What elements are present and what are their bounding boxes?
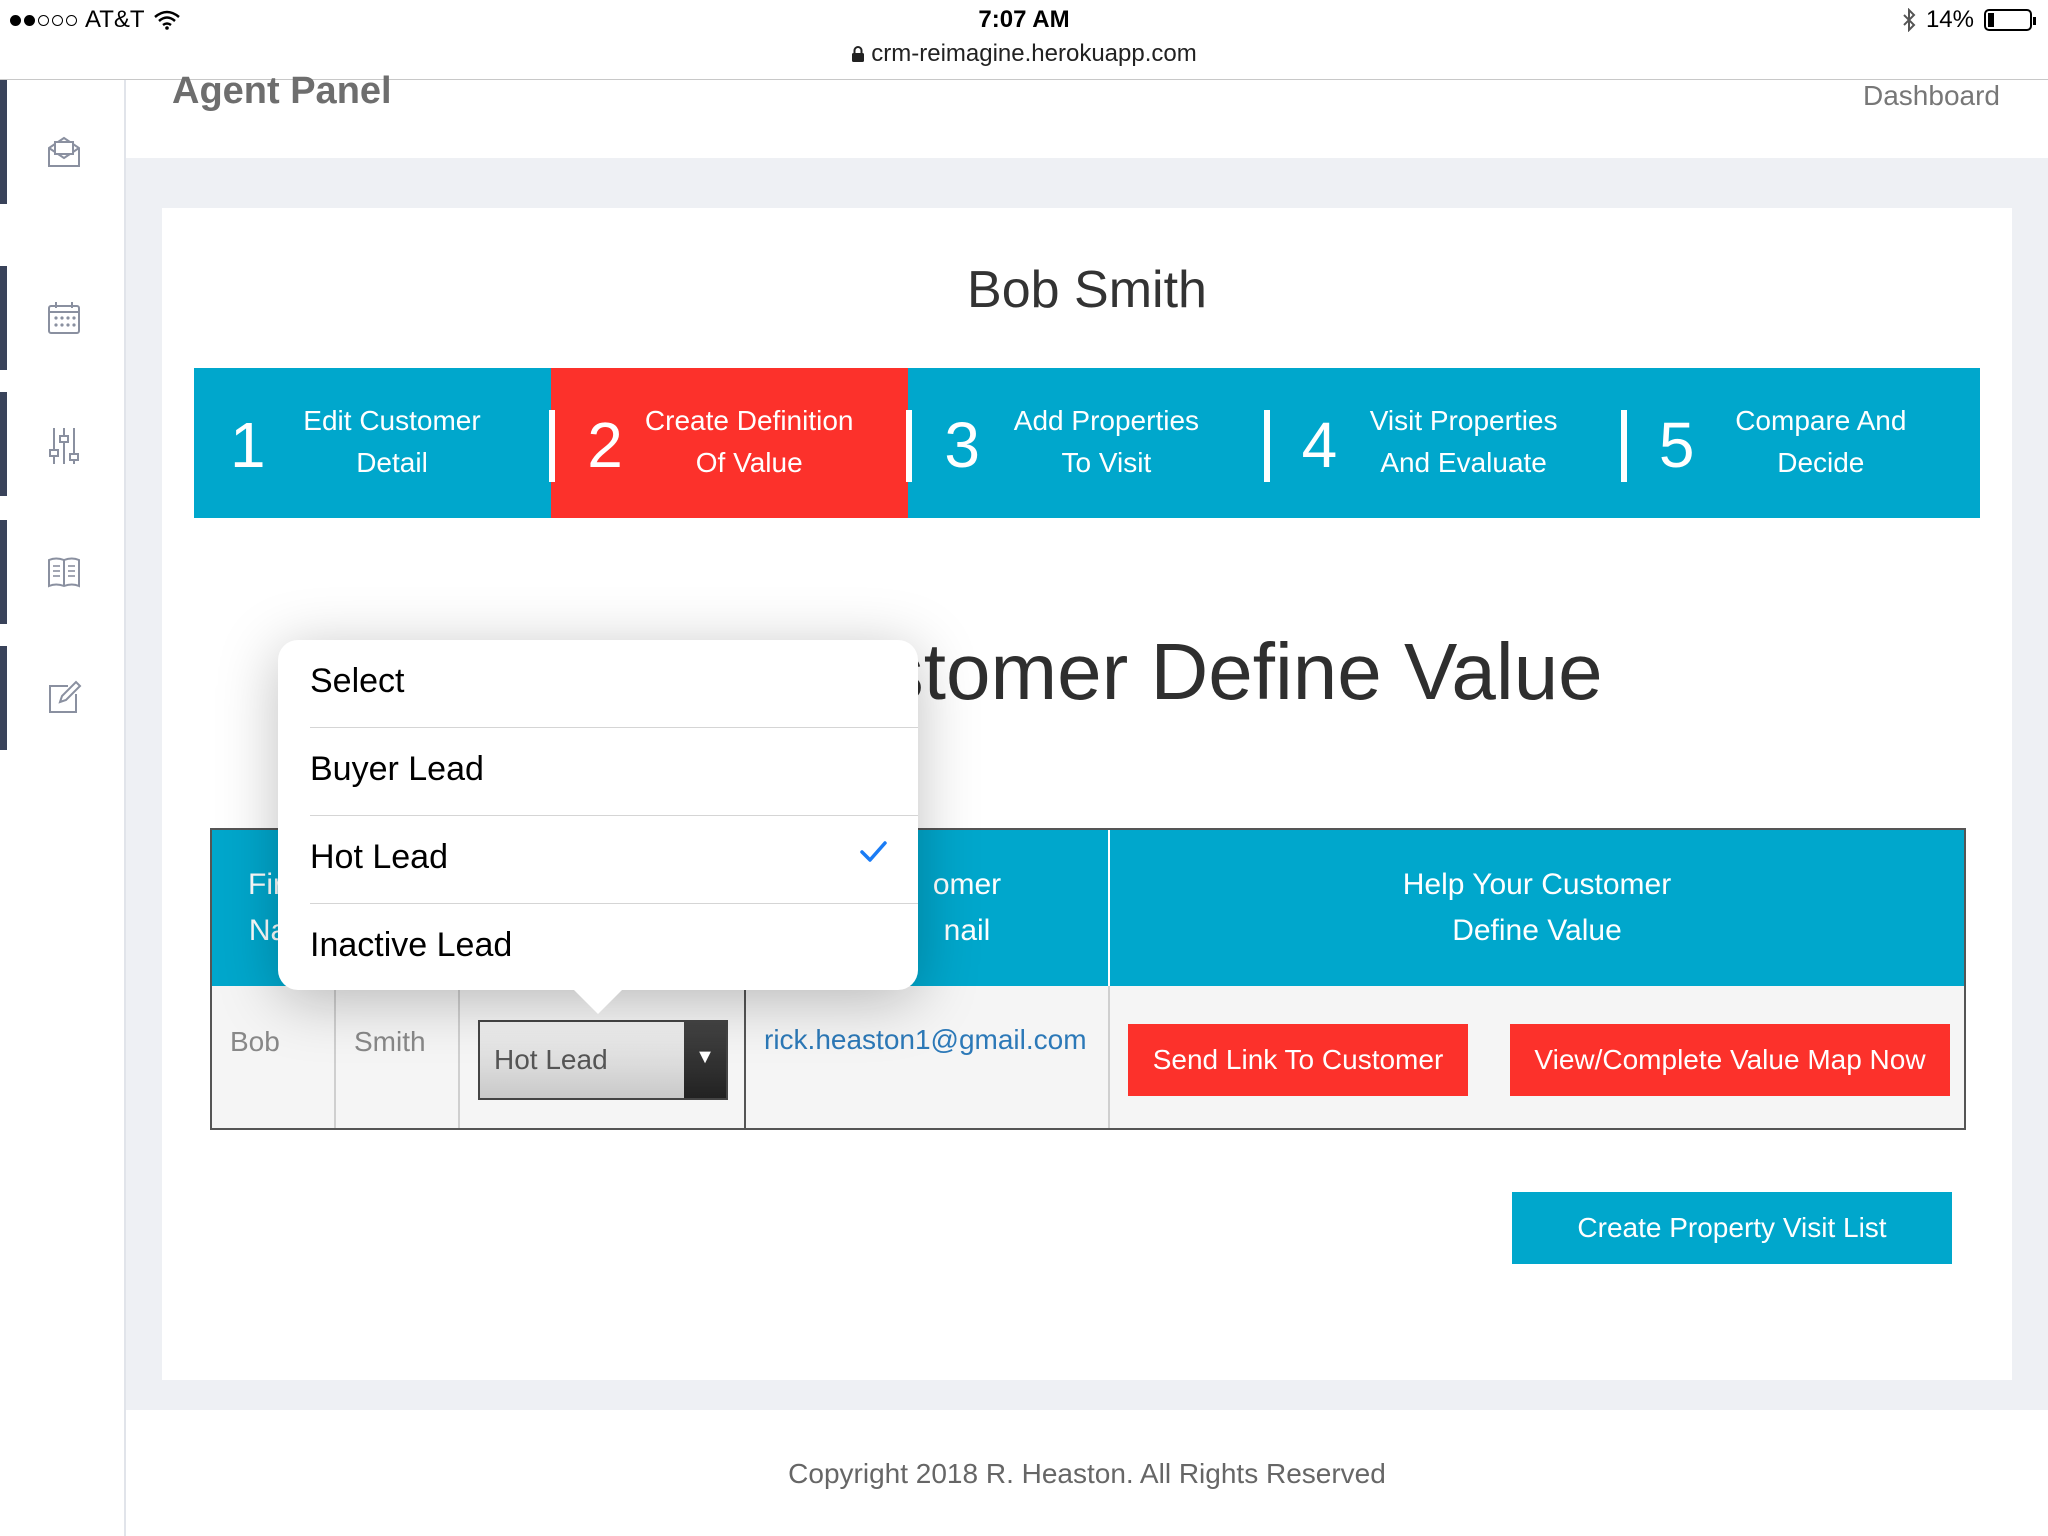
step-number: 2 (587, 409, 623, 481)
table-row: Bob Smith Hot Lead ▼ rick.heaston1@gmail… (212, 986, 1964, 1128)
lead-status-popover: Select Buyer Lead Hot Lead Inactive Lead (278, 640, 918, 990)
sidebar-item-calendar[interactable] (0, 266, 126, 370)
step-divider (549, 410, 556, 482)
cell-email[interactable]: rick.heaston1@gmail.com (746, 986, 1110, 1128)
view-value-map-button[interactable]: View/Complete Value Map Now (1510, 1024, 1950, 1096)
step-number: 1 (230, 409, 266, 481)
sidebar-item-mail[interactable] (0, 100, 126, 204)
address-bar[interactable]: crm-reimagine.herokuapp.com (0, 40, 2048, 68)
step-label: Visit Properties And Evaluate (1369, 405, 1558, 478)
step-5[interactable]: 5 Compare And Decide (1623, 368, 1980, 518)
app-header: Agent Panel Dashboard (126, 70, 2048, 158)
mail-icon (48, 136, 80, 167)
step-2[interactable]: 2 Create Definition Of Value (551, 368, 913, 518)
bluetooth-icon (1903, 8, 1916, 32)
sidebar (0, 80, 126, 1536)
option-select[interactable]: Select (310, 640, 918, 728)
step-divider (906, 410, 913, 482)
progress-steps: 1 Edit Customer Detail 2 Create Definitio… (194, 368, 1980, 518)
lead-status-select[interactable]: Hot Lead ▼ (478, 1020, 728, 1100)
battery-icon (1984, 9, 2036, 31)
step-label: Edit Customer Detail (303, 405, 481, 478)
cell-actions: Send Link To Customer View/Complete Valu… (1110, 986, 1964, 1128)
battery-percent: 14% (1925, 6, 1974, 33)
sliders-icon (49, 428, 79, 464)
status-bar: AT&T 7:07 AM crm-reimagine.herokuapp.com… (0, 0, 2048, 80)
panel-title: Agent Panel (172, 70, 392, 112)
edit-icon (49, 680, 82, 713)
copyright: Copyright 2018 R. Heaston. All Rights Re… (788, 1458, 1386, 1489)
url-text: crm-reimagine.herokuapp.com (871, 40, 1197, 67)
option-buyer-lead[interactable]: Buyer Lead (310, 728, 918, 816)
sidebar-item-book[interactable] (0, 520, 126, 624)
cell-last-name: Smith (336, 986, 460, 1128)
sidebar-item-settings[interactable] (0, 392, 126, 496)
option-inactive-lead[interactable]: Inactive Lead (310, 904, 918, 992)
status-right: 14% (1902, 6, 2036, 34)
option-hot-lead[interactable]: Hot Lead (310, 816, 918, 904)
step-1[interactable]: 1 Edit Customer Detail (194, 368, 556, 518)
dropdown-arrow-icon: ▼ (684, 1022, 726, 1098)
step-divider (1263, 410, 1270, 482)
cell-first-name: Bob (212, 986, 336, 1128)
calendar-icon (48, 302, 80, 334)
send-link-button[interactable]: Send Link To Customer (1128, 1024, 1468, 1096)
clock: 7:07 AM (978, 6, 1070, 33)
step-divider (1620, 410, 1627, 482)
lead-status-value: Hot Lead (494, 1044, 608, 1075)
step-3[interactable]: 3 Add Properties To Visit (908, 368, 1270, 518)
customer-name: Bob Smith (967, 261, 1207, 319)
step-label: Add Properties To Visit (1013, 405, 1200, 478)
header-help: Help Your Customer Define Value (1402, 868, 1672, 947)
step-number: 5 (1658, 409, 1695, 481)
checkmark-icon (860, 841, 887, 862)
create-visit-list-button[interactable]: Create Property Visit List (1512, 1192, 1952, 1264)
step-number: 4 (1301, 409, 1338, 481)
popover-pointer (572, 988, 624, 1014)
book-icon (48, 557, 80, 588)
sidebar-item-edit[interactable] (0, 646, 126, 750)
footer: Copyright 2018 R. Heaston. All Rights Re… (126, 1410, 2048, 1536)
step-number: 3 (944, 409, 980, 481)
option-label: Hot Lead (310, 838, 448, 876)
lock-icon (852, 46, 865, 62)
dashboard-link[interactable]: Dashboard (1863, 80, 2000, 112)
step-label: Compare And Decide (1735, 405, 1907, 478)
step-label: Create Definition Of Value (644, 405, 854, 478)
step-4[interactable]: 4 Visit Properties And Evaluate (1266, 368, 1627, 518)
